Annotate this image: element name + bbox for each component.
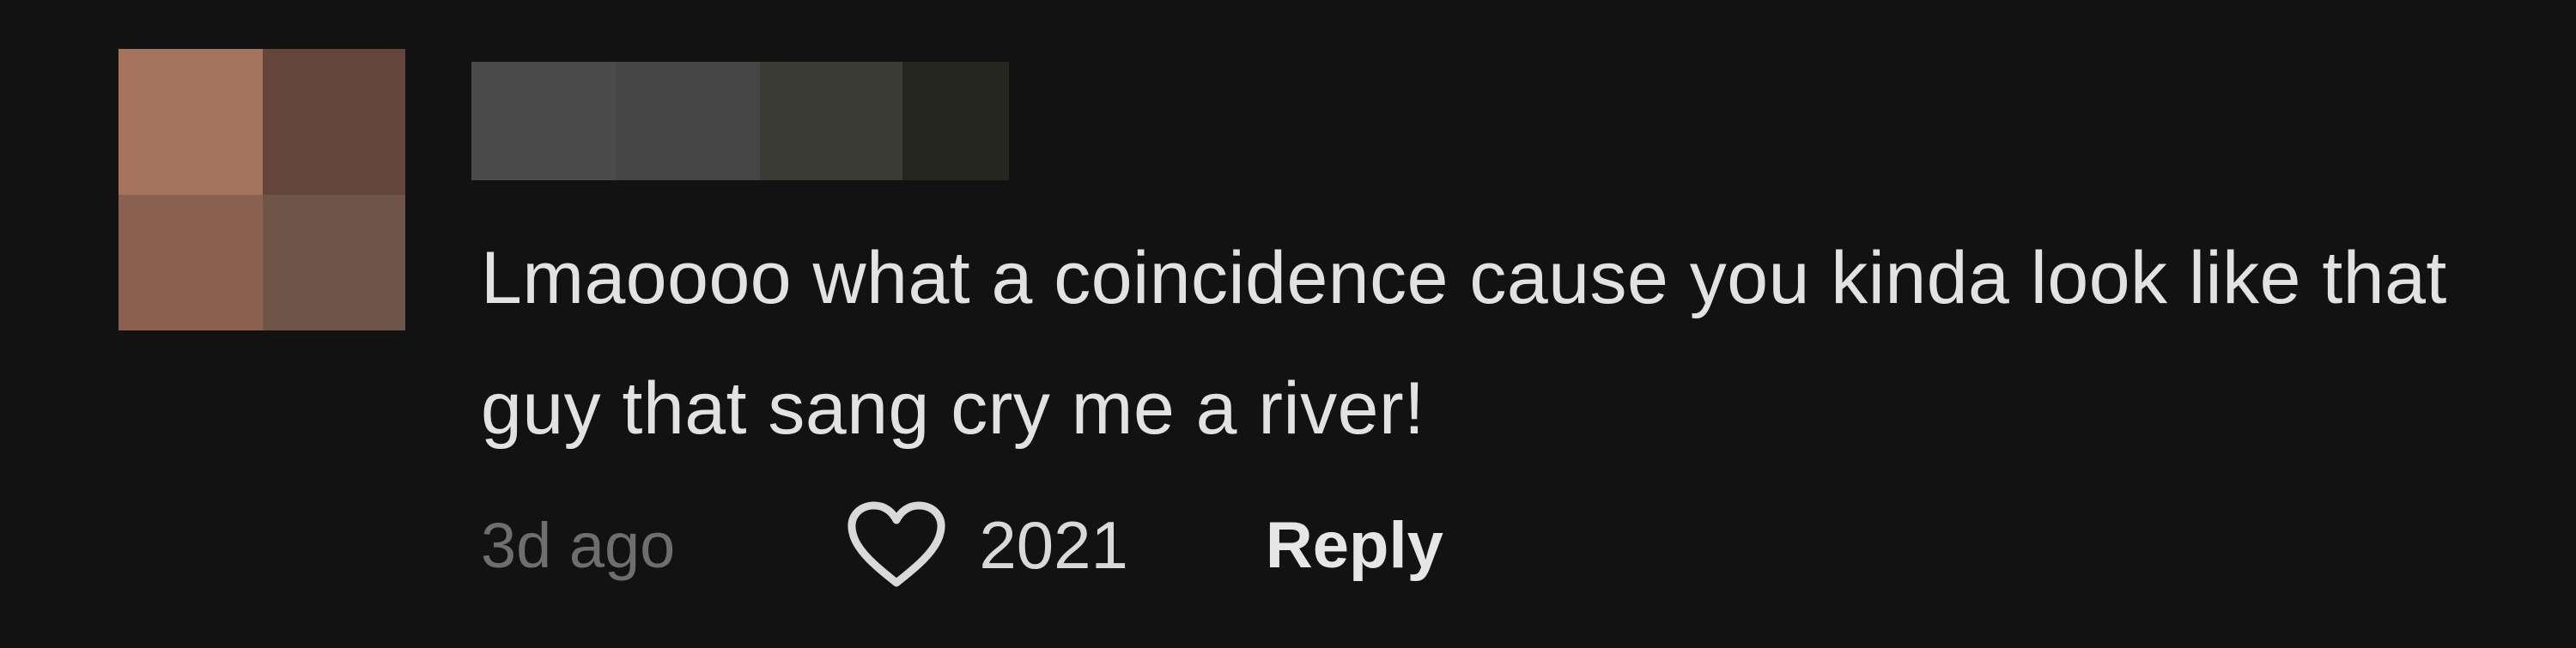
- avatar-pixel: [118, 195, 263, 330]
- username-pixel: [616, 62, 760, 180]
- username-pixel: [902, 62, 1009, 180]
- avatar-pixel: [263, 195, 405, 330]
- like-count: 2021: [979, 506, 1128, 583]
- reply-button[interactable]: Reply: [1266, 508, 1443, 583]
- avatar-pixel: [118, 49, 263, 195]
- comment-timestamp: 3d ago: [481, 509, 676, 581]
- username-pixel: [471, 62, 616, 180]
- heart-outline-icon[interactable]: [845, 500, 948, 590]
- avatar[interactable]: [118, 49, 405, 330]
- comment-meta: 3d ago 2021 Reply: [481, 498, 1443, 592]
- comment-item: Lmaoooo what a coincidence cause you kin…: [0, 0, 2576, 648]
- username-censored[interactable]: [471, 62, 1009, 180]
- avatar-pixel: [263, 49, 405, 195]
- username-pixel: [760, 62, 902, 180]
- like-button[interactable]: 2021: [845, 500, 1128, 590]
- comment-text: Lmaoooo what a coincidence cause you kin…: [481, 237, 2447, 450]
